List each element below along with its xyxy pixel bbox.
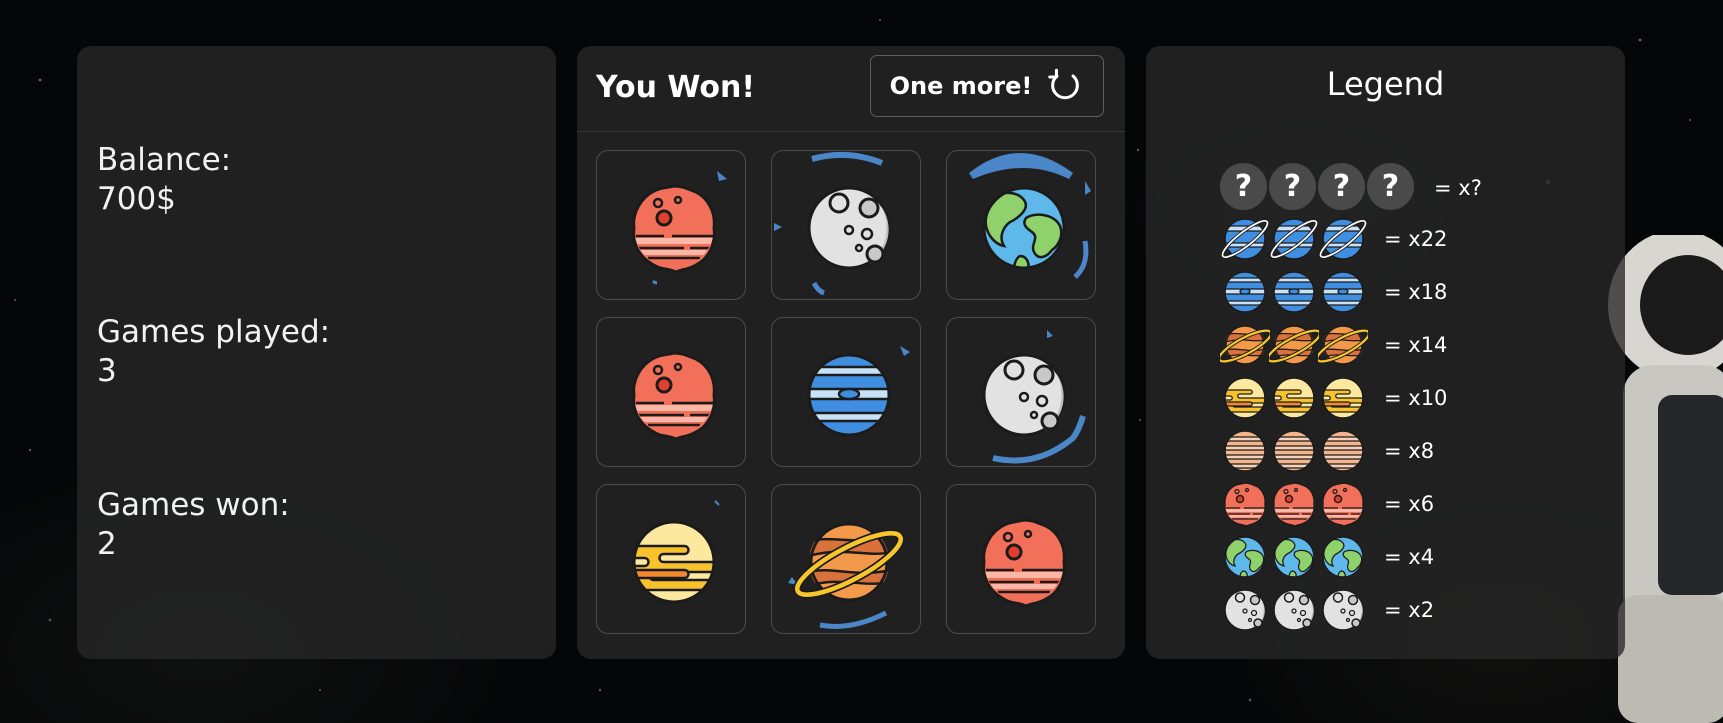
stats-panel: Balance: 700$ Games played: 3 Games won:… bbox=[77, 46, 556, 659]
saturn-icon bbox=[1318, 325, 1368, 365]
jupiter-icon bbox=[1273, 430, 1315, 472]
saturn-icon bbox=[1220, 325, 1270, 365]
venus-icon bbox=[632, 500, 720, 604]
venus-icon bbox=[1224, 377, 1266, 419]
question-icon: ? bbox=[1220, 163, 1267, 210]
games-played-stat: Games played: 3 bbox=[97, 313, 330, 391]
games-won-label: Games won: bbox=[97, 487, 290, 523]
mars-icon bbox=[1322, 482, 1364, 527]
question-icon: ? bbox=[1367, 163, 1414, 210]
one-more-label: One more! bbox=[889, 72, 1033, 100]
legend-multiplier: = x2 bbox=[1384, 598, 1435, 622]
slot-cell-mars bbox=[946, 484, 1096, 634]
legend-multiplier: = x22 bbox=[1384, 227, 1448, 251]
mars-icon bbox=[1273, 482, 1315, 527]
neptune-icon bbox=[807, 346, 910, 437]
balance-label: Balance: bbox=[97, 142, 232, 178]
legend-multiplier: = x10 bbox=[1384, 386, 1448, 410]
earth-icon bbox=[1224, 536, 1266, 578]
reload-icon bbox=[1048, 68, 1080, 100]
legend-multiplier: = x4 bbox=[1384, 545, 1435, 569]
slot-cell-saturn bbox=[771, 484, 921, 634]
slot-cell-earth bbox=[946, 150, 1096, 300]
saturn-icon bbox=[788, 522, 905, 629]
slot-cell-moon bbox=[946, 317, 1096, 467]
question-icon: ? bbox=[1269, 163, 1316, 210]
slot-cell-mars bbox=[596, 317, 746, 467]
earth-icon bbox=[1273, 536, 1315, 578]
legend-multiplier: = x? bbox=[1434, 176, 1482, 200]
legend-title: Legend bbox=[1326, 65, 1445, 103]
legend-multiplier: = x18 bbox=[1384, 280, 1448, 304]
jupiter-icon bbox=[1224, 430, 1266, 472]
neptune-icon bbox=[1322, 271, 1364, 313]
question-icon: ? bbox=[1318, 163, 1365, 210]
earth-icon bbox=[1322, 536, 1364, 578]
moon-icon bbox=[774, 151, 891, 296]
neptune-icon bbox=[1273, 271, 1315, 313]
game-header: You Won! One more! bbox=[577, 46, 1125, 132]
moon-icon bbox=[1322, 589, 1364, 631]
venus-icon bbox=[1322, 377, 1364, 419]
saturn-icon bbox=[1269, 325, 1319, 365]
legend-multiplier: = x8 bbox=[1384, 439, 1435, 463]
result-message: You Won! bbox=[596, 70, 756, 105]
earth-icon bbox=[969, 153, 1091, 279]
balance-stat: Balance: 700$ bbox=[97, 141, 231, 219]
mars-icon bbox=[982, 518, 1066, 608]
games-played-value: 3 bbox=[97, 353, 117, 389]
mars-icon bbox=[1224, 482, 1266, 527]
jupiter-icon bbox=[1322, 430, 1364, 472]
balance-value: 700$ bbox=[97, 181, 176, 217]
slot-machine-panel: You Won! One more! bbox=[577, 46, 1125, 659]
slot-cell-mars bbox=[596, 150, 746, 300]
legend-multiplier: = x14 bbox=[1384, 333, 1448, 357]
uranus-icon bbox=[1269, 218, 1319, 260]
legend-panel: Legend ? ? ? ? = x? = x22 = x18 = x14 = … bbox=[1146, 46, 1625, 659]
games-played-label: Games played: bbox=[97, 314, 331, 350]
moon-icon bbox=[982, 330, 1086, 464]
uranus-icon bbox=[1220, 218, 1270, 260]
moon-icon bbox=[1273, 589, 1315, 631]
mars-icon bbox=[632, 351, 716, 441]
legend-multiplier: = x6 bbox=[1384, 492, 1435, 516]
moon-icon bbox=[1224, 589, 1266, 631]
slot-cell-neptune bbox=[771, 317, 921, 467]
games-won-stat: Games won: 2 bbox=[97, 486, 290, 564]
slot-cell-venus bbox=[596, 484, 746, 634]
mars-icon bbox=[632, 171, 727, 285]
slot-cell-moon bbox=[771, 150, 921, 300]
games-won-value: 2 bbox=[97, 526, 117, 562]
uranus-icon bbox=[1318, 218, 1368, 260]
venus-icon bbox=[1273, 377, 1315, 419]
neptune-icon bbox=[1224, 271, 1266, 313]
one-more-button[interactable]: One more! bbox=[870, 55, 1104, 117]
